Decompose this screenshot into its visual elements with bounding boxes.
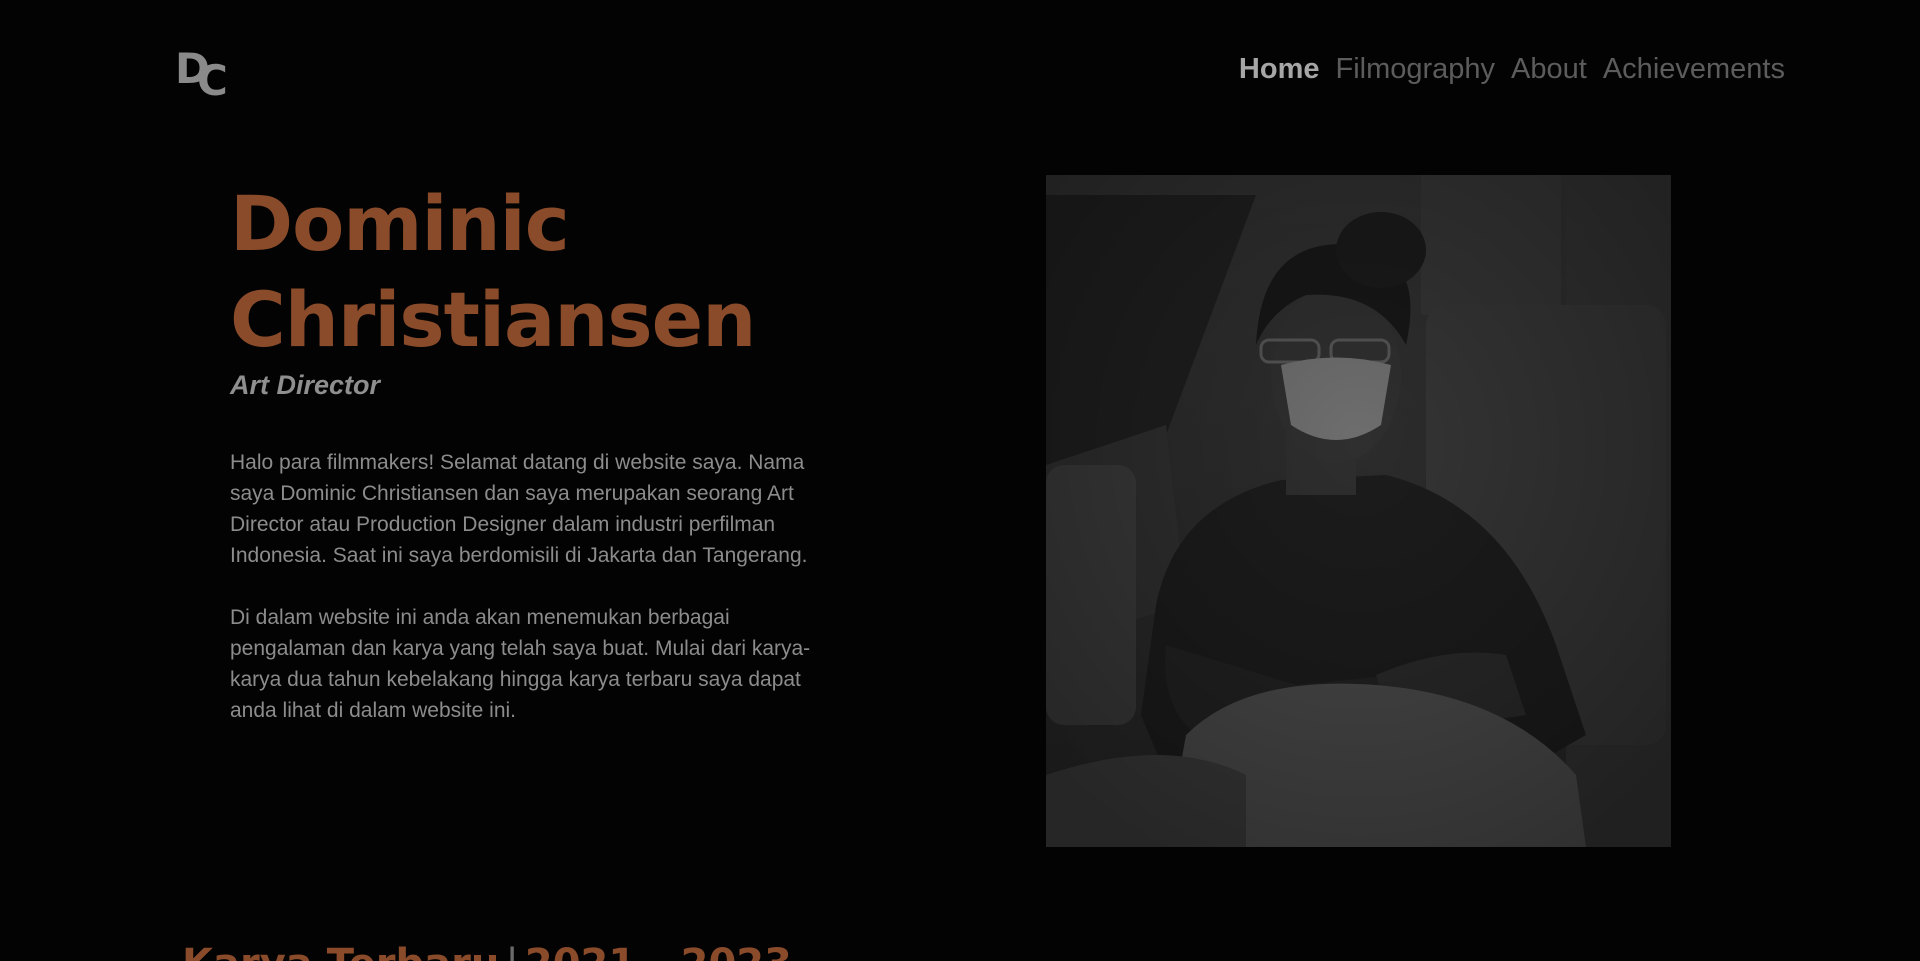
page: D C Home Filmography About Achievements … bbox=[0, 0, 1920, 961]
main-nav: Home Filmography About Achievements bbox=[1239, 50, 1785, 88]
intro-paragraph-1: Halo para filmmakers! Selamat datang di … bbox=[230, 451, 808, 567]
nav-about[interactable]: About bbox=[1511, 50, 1587, 88]
portrait-illustration bbox=[1046, 175, 1671, 847]
logo-letter-c: C bbox=[197, 56, 228, 105]
hero-name-last: Christiansen bbox=[230, 275, 756, 364]
nav-achievements[interactable]: Achievements bbox=[1603, 50, 1785, 88]
section-heading-separator: | bbox=[505, 941, 518, 961]
section-heading-title: Karya Terbaru bbox=[182, 941, 499, 961]
intro-text: Halo para filmmakers! Selamat datang di … bbox=[230, 447, 840, 757]
section-heading-years: 2021 - 2023 bbox=[525, 941, 792, 961]
hero-name: Dominic Christiansen bbox=[230, 176, 756, 368]
section-heading: Karya Terbaru | 2021 - 2023 bbox=[182, 940, 792, 961]
intro-paragraph-2: Di dalam website ini anda akan menemukan… bbox=[230, 606, 811, 722]
hero-role: Art Director bbox=[230, 370, 381, 400]
site-logo[interactable]: D C bbox=[175, 48, 231, 102]
portrait-photo bbox=[1046, 175, 1671, 847]
hero-name-first: Dominic bbox=[230, 179, 570, 268]
nav-home[interactable]: Home bbox=[1239, 50, 1320, 88]
nav-filmography[interactable]: Filmography bbox=[1335, 50, 1495, 88]
